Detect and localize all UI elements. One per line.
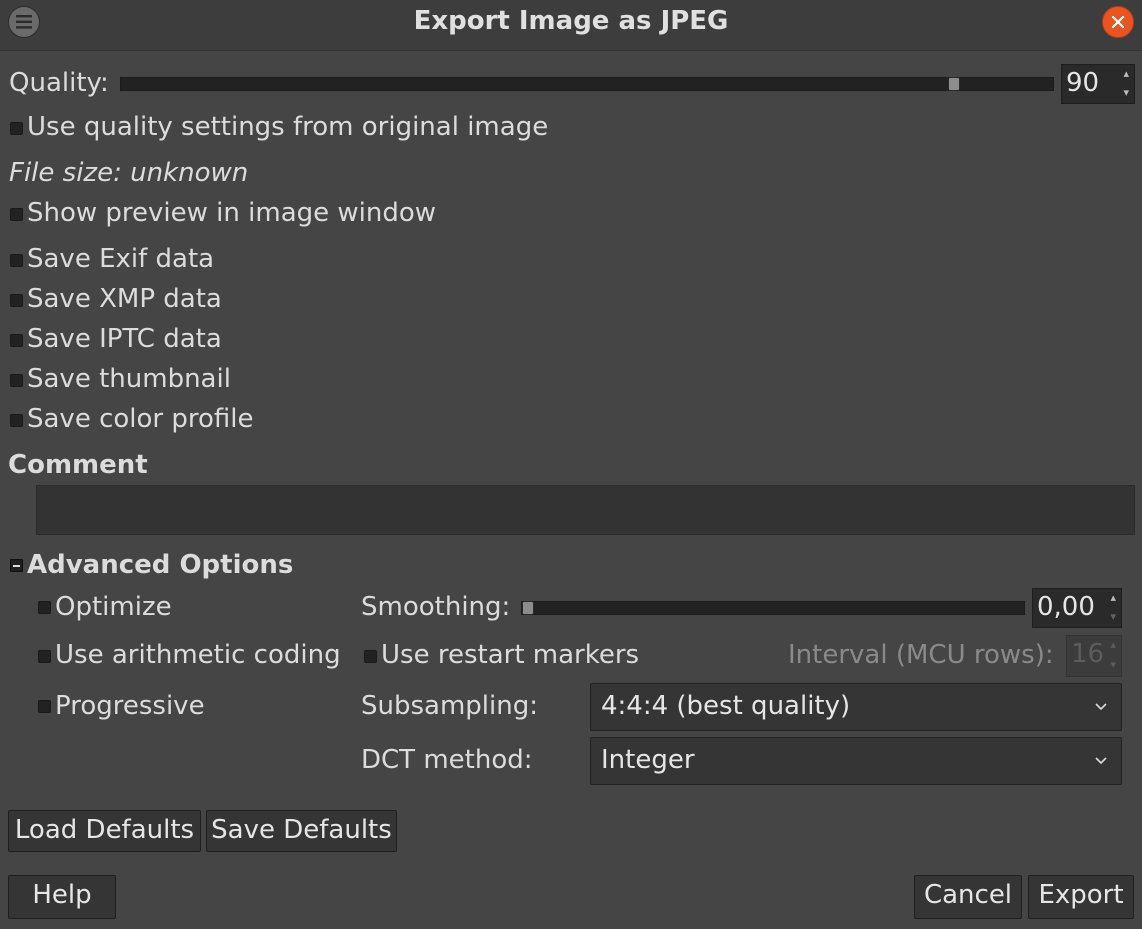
dct-method-value: Integer [601, 745, 695, 775]
quality-value: 90 [1066, 68, 1100, 98]
interval-label: Interval (MCU rows): [788, 640, 1054, 670]
smoothing-slider[interactable] [521, 601, 1025, 615]
save-xmp-label[interactable]: Save XMP data [27, 284, 222, 314]
dct-method-label: DCT method: [361, 745, 533, 775]
use-original-quality-label[interactable]: Use quality settings from original image [27, 112, 548, 142]
subsampling-value: 4:4:4 (best quality) [601, 691, 851, 721]
smoothing-label: Smoothing: [361, 592, 511, 622]
quality-label: Quality: [9, 68, 109, 98]
spin-down-icon[interactable]: ▾ [1110, 611, 1116, 622]
cancel-label: Cancel [923, 880, 1013, 910]
show-preview-checkbox[interactable] [10, 208, 23, 221]
save-iptc-label[interactable]: Save IPTC data [27, 324, 222, 354]
dct-method-dropdown[interactable]: Integer [590, 737, 1122, 785]
restart-markers-checkbox[interactable] [364, 650, 377, 663]
chevron-down-icon [1095, 703, 1107, 711]
smoothing-spinbutton[interactable]: 0,00 ▴ ▾ [1032, 588, 1122, 628]
load-defaults-label: Load Defaults [14, 815, 195, 845]
advanced-options-heading[interactable]: Advanced Options [27, 550, 293, 580]
restart-markers-label[interactable]: Use restart markers [381, 640, 639, 670]
smoothing-slider-knob[interactable] [522, 601, 534, 615]
spin-down-icon[interactable]: ▾ [1110, 659, 1116, 670]
interval-value: 16 [1071, 639, 1105, 669]
interval-spinbutton[interactable]: 16 ▴ ▾ [1066, 635, 1122, 677]
progressive-label[interactable]: Progressive [55, 691, 205, 721]
cancel-button[interactable]: Cancel [914, 875, 1022, 919]
save-iptc-checkbox[interactable] [10, 334, 23, 347]
spin-down-icon[interactable]: ▾ [1123, 87, 1129, 98]
progressive-checkbox[interactable] [38, 700, 51, 713]
help-button[interactable]: Help [8, 875, 116, 919]
chevron-down-icon [1095, 757, 1107, 765]
save-color-profile-label[interactable]: Save color profile [27, 404, 254, 434]
help-label: Help [32, 880, 92, 910]
export-button[interactable]: Export [1028, 875, 1134, 919]
collapse-expander-icon[interactable] [10, 559, 23, 572]
arithmetic-coding-checkbox[interactable] [38, 650, 51, 663]
title-bar: Export Image as JPEG [0, 0, 1142, 51]
show-preview-label[interactable]: Show preview in image window [27, 198, 436, 228]
optimize-label[interactable]: Optimize [55, 592, 172, 622]
subsampling-label: Subsampling: [361, 691, 538, 721]
spin-up-icon[interactable]: ▴ [1110, 592, 1116, 603]
optimize-checkbox[interactable] [38, 601, 51, 614]
quality-slider[interactable] [120, 77, 1054, 91]
window-title: Export Image as JPEG [413, 6, 729, 36]
save-exif-checkbox[interactable] [10, 254, 23, 267]
subsampling-dropdown[interactable]: 4:4:4 (best quality) [590, 683, 1122, 731]
export-label: Export [1038, 880, 1124, 910]
save-color-profile-checkbox[interactable] [10, 414, 23, 427]
spin-up-icon[interactable]: ▴ [1123, 68, 1129, 79]
spin-up-icon[interactable]: ▴ [1110, 639, 1116, 650]
comment-textarea[interactable] [36, 485, 1135, 535]
comment-heading: Comment [8, 450, 148, 480]
use-original-quality-checkbox[interactable] [10, 122, 23, 135]
save-thumbnail-checkbox[interactable] [10, 374, 23, 387]
arithmetic-coding-label[interactable]: Use arithmetic coding [55, 640, 341, 670]
close-icon[interactable] [1102, 6, 1134, 38]
save-defaults-button[interactable]: Save Defaults [206, 810, 397, 852]
quality-slider-knob[interactable] [948, 77, 960, 91]
save-defaults-label: Save Defaults [211, 815, 392, 845]
quality-spinbutton[interactable]: 90 ▴ ▾ [1061, 64, 1135, 104]
file-size-text: File size: unknown [9, 158, 249, 188]
load-defaults-button[interactable]: Load Defaults [8, 810, 201, 852]
smoothing-value: 0,00 [1037, 592, 1095, 622]
save-thumbnail-label[interactable]: Save thumbnail [27, 364, 231, 394]
save-xmp-checkbox[interactable] [10, 294, 23, 307]
save-exif-label[interactable]: Save Exif data [27, 244, 214, 274]
